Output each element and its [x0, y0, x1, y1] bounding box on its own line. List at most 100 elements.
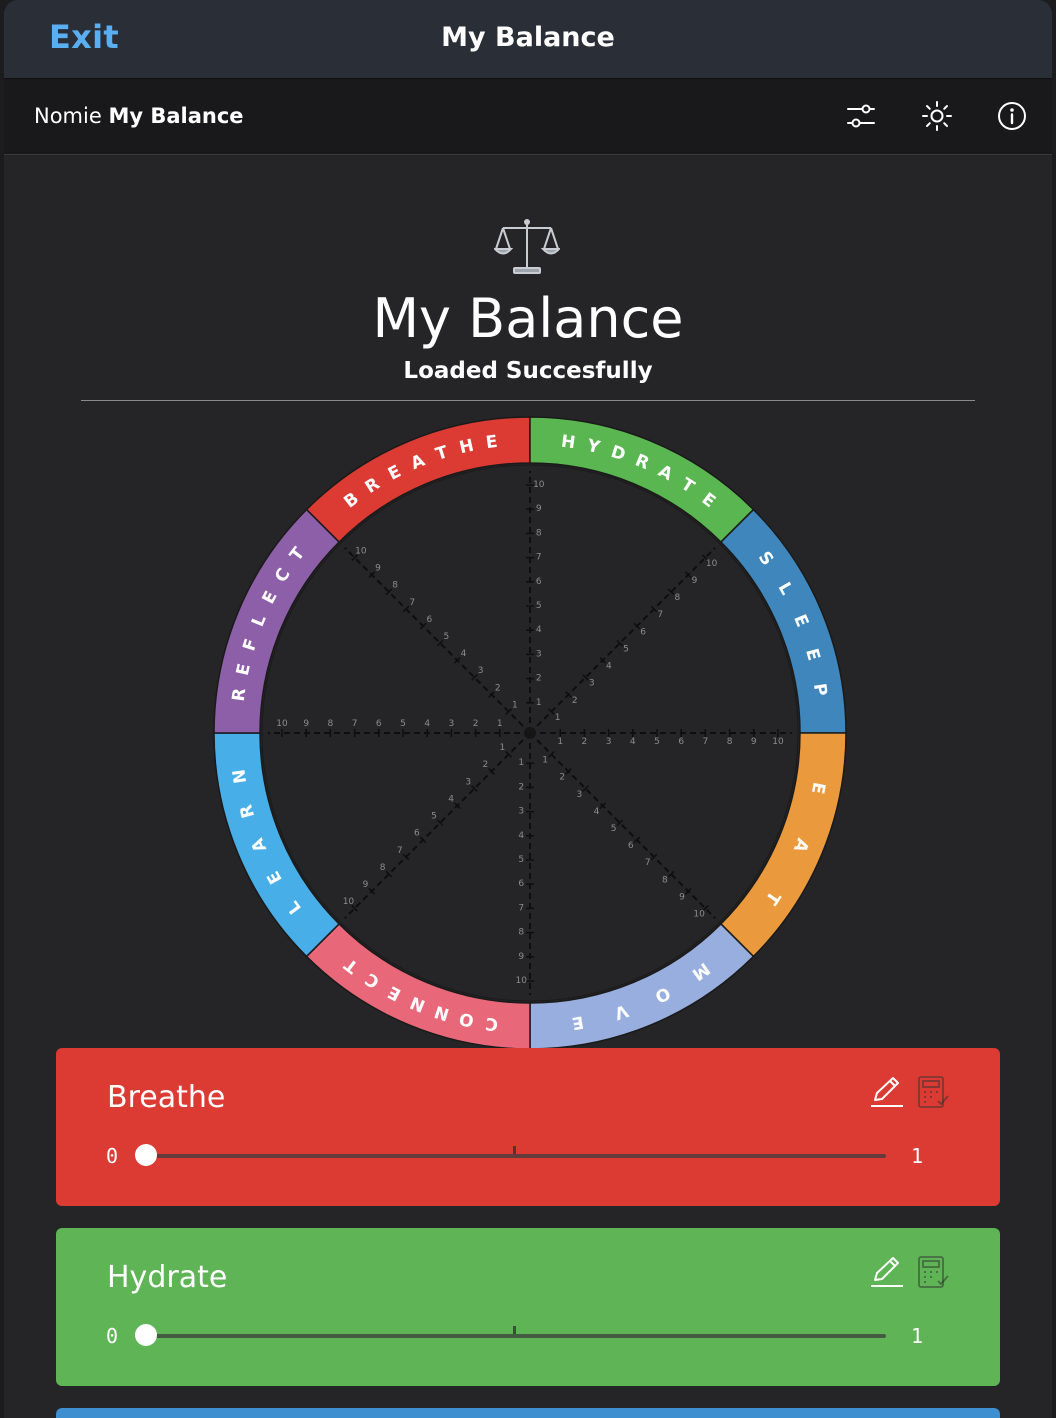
wheel-segment-letter: H — [560, 432, 577, 454]
wheel-tick-label: 9 — [692, 576, 698, 586]
wheel-tick-label: 1 — [542, 756, 548, 766]
status-text: Loaded Succesfully — [403, 358, 653, 384]
wheel-tick-label: 8 — [328, 719, 334, 729]
wheel-tick-label: 1 — [557, 737, 563, 747]
app-prefix: Nomie — [34, 104, 102, 128]
wheel-tick-label: 1 — [497, 719, 503, 729]
wheel-tick-label: 1 — [555, 713, 561, 723]
wheel-tick-label: 2 — [559, 773, 565, 783]
wheel-tick-label: 3 — [478, 666, 484, 676]
wheel-tick-label: 2 — [473, 719, 479, 729]
edit-icon[interactable] — [869, 1254, 905, 1290]
app-window: Exit My Balance Nomie My Balance My Bala… — [4, 0, 1052, 1418]
wheel-tick-label: 3 — [576, 790, 582, 800]
info-icon[interactable] — [995, 99, 1029, 133]
wheel-tick-label: 7 — [703, 737, 709, 747]
wheel-tick-label: 10 — [355, 546, 367, 556]
wheel-tick-label: 6 — [376, 719, 382, 729]
wheel-tick-label: 2 — [582, 737, 588, 747]
wheel-tick-label: 9 — [536, 504, 542, 514]
tracker-label: Breathe — [107, 1080, 226, 1115]
calculator-icon[interactable] — [914, 1074, 950, 1110]
wheel-tick-label: 2 — [482, 760, 488, 770]
wheel-tick-label: 8 — [674, 593, 680, 603]
settings-sliders-icon[interactable] — [844, 99, 878, 133]
app-name-bold: My Balance — [108, 104, 244, 128]
wheel-tick-label: 4 — [630, 737, 636, 747]
edit-icon[interactable] — [869, 1074, 905, 1110]
wheel-tick-label: 10 — [693, 910, 705, 920]
wheel-tick-label: 4 — [518, 831, 524, 841]
wheel-tick-label: 10 — [276, 719, 288, 729]
tracker-card-breathe: Breathe 0 1 — [56, 1048, 1000, 1206]
wheel-tick-label: 8 — [392, 581, 398, 591]
wheel-tick-label: 5 — [400, 719, 406, 729]
wheel-tick-label: 1 — [512, 700, 518, 710]
wheel-tick-label: 9 — [518, 952, 524, 962]
wheel-tick-label: 10 — [772, 737, 784, 747]
slider-thumb[interactable] — [135, 1144, 157, 1166]
wheel-tick-label: 6 — [536, 577, 542, 587]
wheel-tick-label: 6 — [640, 627, 646, 637]
brightness-icon[interactable] — [920, 99, 954, 133]
wheel-tick-label: 10 — [343, 897, 355, 907]
nav-title: My Balance — [441, 22, 615, 53]
wheel-tick-label: 9 — [375, 564, 381, 574]
app-name: Nomie My Balance — [34, 104, 244, 128]
wheel-tick-label: 1 — [500, 743, 506, 753]
wheel-tick-label: 7 — [536, 553, 542, 563]
slider-max-label: 1 — [911, 1144, 924, 1168]
divider — [81, 400, 975, 401]
wheel-tick-label: 4 — [606, 662, 612, 672]
wheel-tick-label: 5 — [654, 737, 660, 747]
wheel-tick-label: 7 — [352, 719, 358, 729]
wheel-tick-label: 7 — [645, 858, 651, 868]
wheel-tick-label: 2 — [536, 674, 542, 684]
wheel-tick-label: 6 — [518, 879, 524, 889]
wheel-tick-label: 8 — [518, 928, 524, 938]
wheel-tick-label: 8 — [662, 875, 668, 885]
wheel-tick-label: 2 — [572, 696, 578, 706]
wheel-tick-label: 9 — [751, 737, 757, 747]
wheel-tick-label: 5 — [444, 632, 450, 642]
scale-icon — [494, 219, 560, 274]
wheel-tick-label: 7 — [409, 598, 415, 608]
wheel-tick-label: 3 — [518, 807, 524, 817]
slider-min-label: 0 — [106, 1144, 119, 1168]
slider-min-label: 0 — [106, 1324, 119, 1348]
navigation-bar: Exit My Balance — [4, 0, 1052, 79]
wheel-tick-label: 8 — [380, 863, 386, 873]
wheel-tick-label: 7 — [397, 846, 403, 856]
balance-wheel[interactable]: BRE A T H E H Y D R ATESLEEPEATMOVECONNECTLEARNRE… — [210, 413, 850, 1053]
wheel-tick-label: 5 — [518, 855, 524, 865]
slider-midpoint-tick — [513, 1326, 516, 1334]
page-title: My Balance — [372, 287, 684, 350]
slider-thumb[interactable] — [135, 1324, 157, 1346]
next-card-peek — [56, 1408, 1000, 1418]
wheel-segment-letter: N — [229, 768, 251, 785]
wheel-tick-label: 6 — [678, 737, 684, 747]
wheel-tick-label: 4 — [461, 649, 467, 659]
wheel-tick-label: 5 — [536, 601, 542, 611]
wheel-tick-label: 5 — [623, 644, 629, 654]
wheel-tick-label: 3 — [536, 649, 542, 659]
wheel-tick-label: 7 — [657, 610, 663, 620]
wheel-tick-label: 1 — [536, 698, 542, 708]
slider-midpoint-tick — [513, 1146, 516, 1154]
wheel-tick-label: 4 — [594, 807, 600, 817]
tracker-label: Hydrate — [107, 1260, 228, 1295]
wheel-tick-label: 2 — [495, 683, 501, 693]
slider-max-label: 1 — [911, 1324, 924, 1348]
wheel-segment-letter: C — [484, 1013, 499, 1034]
slider-track[interactable] — [146, 1334, 886, 1338]
wheel-tick-label: 9 — [363, 880, 369, 890]
wheel-tick-label: 6 — [628, 841, 634, 851]
wheel-tick-label: 3 — [589, 679, 595, 689]
toolbar: Nomie My Balance — [4, 79, 1052, 155]
wheel-tick-label: 3 — [606, 737, 612, 747]
wheel-tick-label: 8 — [727, 737, 733, 747]
calculator-icon[interactable] — [914, 1254, 950, 1290]
slider-track[interactable] — [146, 1154, 886, 1158]
wheel-tick-label: 5 — [611, 824, 617, 834]
wheel-tick-label: 3 — [449, 719, 455, 729]
